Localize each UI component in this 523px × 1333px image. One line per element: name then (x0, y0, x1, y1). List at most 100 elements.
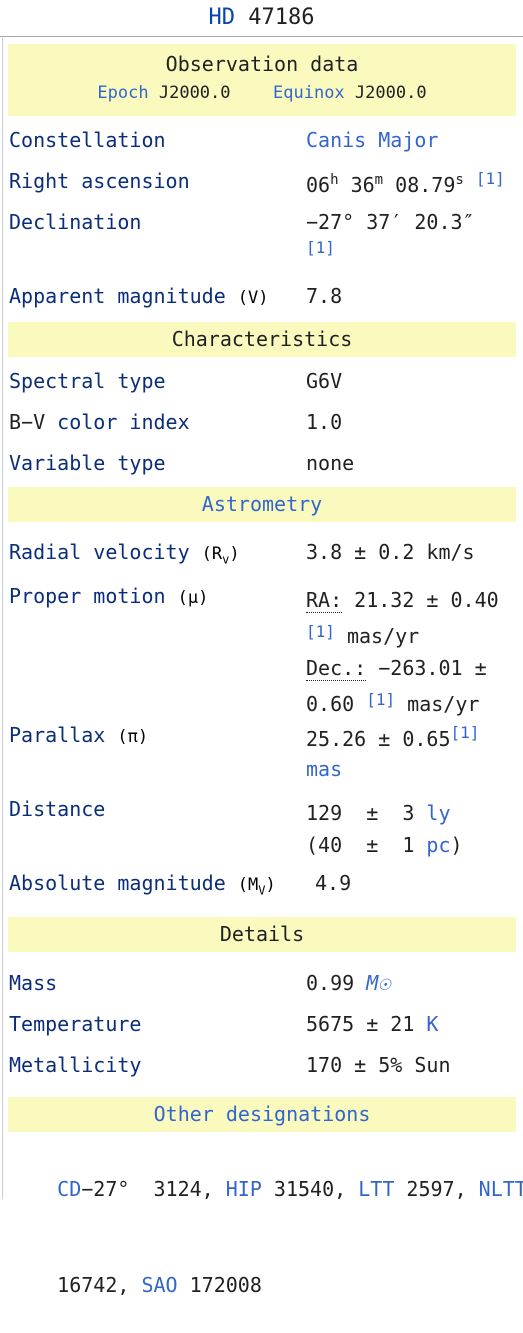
characteristics-header: Characteristics (8, 322, 516, 357)
nltt-link[interactable]: NLTT (479, 1177, 523, 1201)
declination-label[interactable]: Declination (9, 210, 141, 234)
mass-label[interactable]: Mass (9, 971, 57, 995)
ra-minutes: 36 (350, 173, 375, 197)
sao-value: 172008 (177, 1273, 262, 1297)
light-year-link[interactable]: ly (426, 801, 450, 825)
parallax-unit[interactable]: mas (306, 757, 342, 781)
radial-velocity-label: Radial velocity (Rv) (9, 540, 240, 566)
radial-velocity-value: 3.8 ± 0.2 km/s (306, 540, 475, 564)
right-ascension-label[interactable]: Right ascension (9, 169, 190, 193)
proper-motion-link[interactable]: Proper motion (9, 584, 166, 608)
pm-ra-abbr: RA: (306, 588, 343, 613)
metallicity-label[interactable]: Metallicity (9, 1053, 141, 1077)
hip-value: 31540, (261, 1177, 347, 1201)
variable-type-label[interactable]: Variable type (9, 451, 166, 475)
equinox-link[interactable]: Equinox (273, 83, 345, 103)
parallax-label: Parallax (π) (9, 723, 148, 747)
details-header: Details (8, 917, 516, 952)
temperature-value: 5675 ± 21 K (306, 1012, 438, 1036)
epoch-value: J2000.0 (158, 83, 231, 103)
ltt-value: 2597, (394, 1177, 467, 1201)
infobox-border (2, 38, 3, 1199)
cd-value: −27° 3124, (81, 1177, 214, 1201)
hd-number: 47186 (248, 5, 315, 30)
observation-data-header: Observation data Epoch J2000.0 Equinox J… (8, 44, 516, 116)
color-index-link[interactable]: color index (57, 410, 189, 434)
spectral-type-value: G6V (306, 369, 343, 393)
metallicity-value: 170 ± 5% Sun (306, 1053, 451, 1077)
parallax-value: 25.26 ± 0.65[1] (306, 723, 479, 751)
apparent-magnitude-value: 7.8 (306, 284, 343, 308)
other-designations-header[interactable]: Other designations (8, 1097, 516, 1132)
ltt-link[interactable]: LTT (358, 1177, 394, 1201)
right-ascension-value: 06h 36m 08.79s [1] (306, 169, 505, 197)
absolute-magnitude-symbol: (MV) (237, 875, 276, 898)
bv-color-index-label: B−V color index (9, 410, 190, 434)
astrometry-header[interactable]: Astrometry (8, 487, 516, 522)
ra-hours-unit: h (330, 172, 339, 188)
pm-ra-value: 21.32 ± 0.40 (342, 588, 499, 612)
distance-value: 129 ± 3 ly (40 ± 1 pc) (306, 797, 463, 861)
parsec-link[interactable]: pc (426, 833, 450, 857)
observation-data-title: Observation data (165, 52, 359, 76)
title-divider (0, 36, 523, 37)
proper-motion-symbol: (μ) (177, 588, 209, 608)
parallax-link[interactable]: Parallax (9, 723, 105, 747)
hip-link[interactable]: HIP (226, 1177, 262, 1201)
spectral-type-label[interactable]: Spectral type (9, 369, 166, 393)
cd-link[interactable]: CD (57, 1177, 81, 1201)
pm-ra-ref-link[interactable]: [1] (306, 622, 335, 641)
apparent-magnitude-label: Apparent magnitude (V) (9, 284, 269, 308)
apparent-magnitude-band: (V) (237, 288, 269, 308)
epoch-link[interactable]: Epoch (97, 83, 148, 103)
row-proper-motion: Proper motion (μ) RA: 21.32 ± 0.40 [1] m… (9, 584, 517, 716)
parallax-symbol: (π) (117, 727, 149, 747)
absolute-magnitude-value: 4.9 (315, 871, 352, 895)
designations-list: CD−27° 3124, HIP 31540, LTT 2597, NLTT 1… (9, 1141, 523, 1333)
hd-link[interactable]: HD (209, 5, 236, 30)
temperature-label[interactable]: Temperature (9, 1012, 141, 1036)
distance-pc-value: (40 ± 1 (306, 833, 427, 857)
temperature-number: 5675 ± 21 (306, 1012, 427, 1036)
apparent-magnitude-link[interactable]: Apparent magnitude (9, 284, 226, 308)
pm-dec-abbr: Dec.: (306, 656, 367, 681)
ra-seconds: 08.79 (395, 173, 456, 197)
pm-dec-value: −263.01 ± (366, 656, 487, 680)
absolute-magnitude-link[interactable]: Absolute magnitude (9, 871, 226, 895)
solar-mass-link[interactable]: M☉ (366, 971, 390, 995)
equinox-value: J2000.0 (354, 83, 427, 103)
absolute-magnitude-label: Absolute magnitude (MV) (9, 871, 276, 897)
nltt-value: 16742, (57, 1273, 130, 1297)
proper-motion-label: Proper motion (μ) (9, 584, 208, 608)
row-distance: Distance 129 ± 3 ly (40 ± 1 pc) (9, 797, 517, 859)
pm-dec-value-continued: 0.60 (306, 692, 355, 716)
pm-dec-unit: mas/yr (407, 692, 480, 716)
radial-velocity-link[interactable]: Radial velocity (9, 540, 190, 564)
row-parallax: Parallax (π) 25.26 ± 0.65[1] mas (9, 723, 517, 783)
ra-seconds-unit: s (455, 172, 464, 188)
ra-minutes-unit: m (374, 172, 384, 188)
ra-hours: 06 (306, 173, 331, 197)
declination-ref-link[interactable]: [1] (306, 238, 335, 257)
distance-pc-close: ) (450, 833, 463, 857)
epoch-equinox-line: Epoch J2000.0 Equinox J2000.0 (8, 83, 516, 103)
distance-ly-value: 129 ± 3 (306, 801, 427, 825)
kelvin-link[interactable]: K (426, 1012, 438, 1036)
variable-type-value: none (306, 451, 355, 475)
parallax-number: 25.26 ± 0.65 (306, 727, 451, 751)
distance-label[interactable]: Distance (9, 797, 105, 821)
constellation-label[interactable]: Constellation (9, 128, 166, 152)
row-declination: Declination −27° 37′ 20.3″ [1] (9, 210, 517, 262)
sao-link[interactable]: SAO (141, 1273, 177, 1297)
page-title: HD 47186 (0, 0, 523, 36)
pm-ra-unit: mas/yr (346, 624, 420, 648)
proper-motion-value: RA: 21.32 ± 0.40 [1] mas/yr Dec.: −263.0… (306, 584, 518, 720)
mass-number: 0.99 (306, 971, 367, 995)
mass-value: 0.99 M☉ (306, 971, 390, 995)
ra-ref-link[interactable]: [1] (476, 169, 505, 188)
declination-value: −27° 37′ 20.3″ (306, 210, 475, 234)
constellation-value[interactable]: Canis Major (306, 128, 438, 152)
pm-dec-ref-link[interactable]: [1] (366, 690, 395, 709)
radial-velocity-symbol: (Rv) (201, 544, 240, 567)
parallax-ref-link[interactable]: [1] (451, 723, 480, 742)
